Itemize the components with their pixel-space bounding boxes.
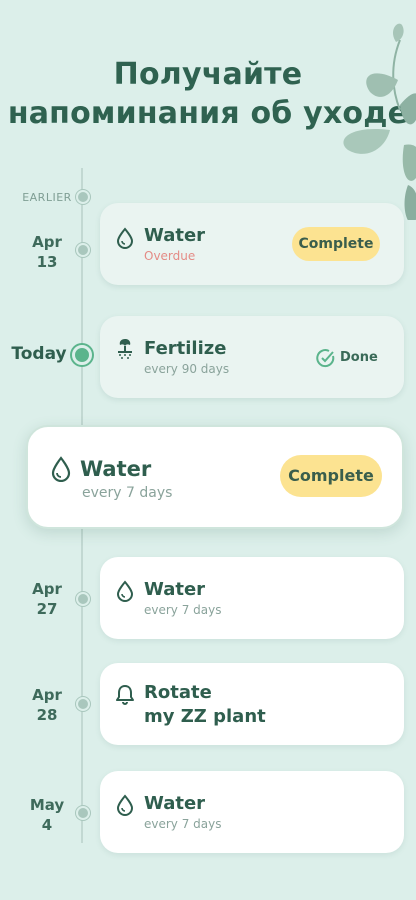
timeline-dot-today: [72, 345, 92, 365]
task-card-water-overdue[interactable]: Water Overdue Complete: [100, 203, 404, 285]
task-card-water[interactable]: Water every 7 days: [100, 771, 404, 853]
date-day: 4: [41, 816, 53, 834]
timeline-dot: [76, 697, 90, 711]
water-drop-icon: [51, 456, 71, 482]
task-title: Water: [80, 457, 152, 481]
task-title: Water: [144, 793, 206, 814]
date-month: Apr: [32, 233, 62, 251]
date-month: May: [29, 796, 65, 814]
date-month: Apr: [32, 580, 62, 598]
plant-leaves-illustration: [343, 23, 416, 220]
task-title: Rotate my ZZ plant: [144, 681, 266, 729]
task-subtitle: every 7 days: [144, 603, 222, 617]
today-label: Today: [11, 344, 67, 364]
fertilize-icon: [118, 339, 132, 359]
task-subtitle: every 7 days: [82, 485, 173, 501]
date-label: Apr 28: [17, 685, 77, 725]
water-drop-icon: [116, 580, 134, 602]
water-drop-icon: [116, 227, 134, 249]
complete-button[interactable]: Complete: [280, 455, 382, 497]
date-month: Apr: [32, 686, 62, 704]
bell-icon: [116, 685, 134, 705]
date-day: 27: [36, 600, 58, 618]
timeline-dot: [76, 190, 90, 204]
date-day: 28: [36, 706, 58, 724]
task-title-line-2: my ZZ plant: [144, 706, 266, 727]
task-title: Water: [144, 579, 206, 600]
water-drop-icon: [116, 794, 134, 816]
task-subtitle: every 90 days: [144, 362, 230, 376]
complete-button[interactable]: Complete: [292, 227, 380, 261]
task-title-line-1: Rotate: [144, 682, 212, 703]
task-title: Fertilize: [144, 338, 227, 359]
done-status: Done: [340, 350, 378, 365]
task-card-rotate[interactable]: Rotate my ZZ plant: [100, 663, 404, 745]
date-day: 13: [36, 253, 58, 271]
timeline-dot: [76, 806, 90, 820]
date-label: Apr 13: [17, 232, 77, 272]
date-label: Apr 27: [17, 579, 77, 619]
timeline-dot: [76, 243, 90, 257]
task-card-water-today[interactable]: Water every 7 days Complete: [26, 425, 404, 529]
timeline-dot: [76, 592, 90, 606]
task-card-fertilize[interactable]: Fertilize every 90 days Done: [100, 316, 404, 398]
task-card-water[interactable]: Water every 7 days: [100, 557, 404, 639]
task-subtitle: Overdue: [144, 249, 196, 263]
earlier-label: EARLIER: [22, 191, 72, 204]
task-subtitle: every 7 days: [144, 817, 222, 831]
check-circle-icon: [316, 349, 335, 368]
task-title: Water: [144, 225, 206, 246]
date-label: May 4: [17, 795, 77, 835]
